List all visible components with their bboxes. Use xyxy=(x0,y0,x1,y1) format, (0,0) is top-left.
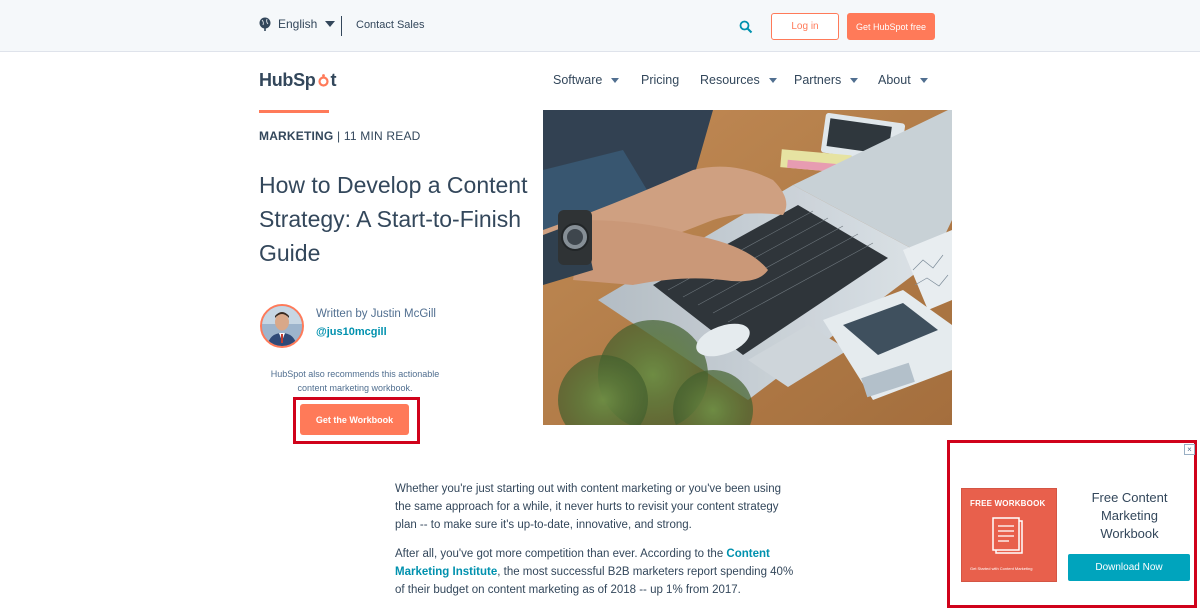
language-selector[interactable]: English xyxy=(259,17,336,31)
chevron-down-icon xyxy=(850,77,859,83)
hero-image xyxy=(543,110,952,425)
paragraph-text: After all, you've got more competition t… xyxy=(395,548,727,560)
document-icon xyxy=(992,517,1023,554)
nav-label: Resources xyxy=(700,73,760,87)
author-handle-link[interactable]: @jus10mcgill xyxy=(316,326,387,338)
body-paragraph: Whether you're just starting out with co… xyxy=(395,483,782,531)
accent-line xyxy=(259,110,329,113)
cover-subtitle: Get Started with Content Marketing xyxy=(970,566,1033,571)
read-time: 11 MIN READ xyxy=(343,129,421,143)
login-button[interactable]: Log in xyxy=(771,13,839,40)
divider xyxy=(341,16,342,36)
cover-label: FREE WORKBOOK xyxy=(970,499,1046,508)
nav-resources[interactable]: Resources xyxy=(700,73,777,87)
chevron-down-icon xyxy=(325,21,336,27)
laptop-photo xyxy=(543,110,952,425)
language-label: English xyxy=(278,17,318,31)
get-workbook-button[interactable]: Get the Workbook xyxy=(300,404,409,435)
close-icon[interactable]: × xyxy=(1184,444,1195,455)
hubspot-logo[interactable]: HubSp t xyxy=(259,70,336,91)
logo-text-start: HubSp xyxy=(259,70,316,90)
globe-icon xyxy=(259,17,271,31)
utility-bar: English Contact Sales Log in Get HubSpot… xyxy=(0,0,1200,52)
nav-software[interactable]: Software xyxy=(553,73,620,87)
nav-label: Software xyxy=(553,73,603,87)
get-hubspot-free-button[interactable]: Get HubSpot free xyxy=(847,13,935,40)
nav-pricing[interactable]: Pricing xyxy=(641,73,679,87)
kicker-separator: | xyxy=(333,129,344,143)
avatar[interactable] xyxy=(260,304,304,348)
nav-label: About xyxy=(878,73,911,87)
workbook-cover-image[interactable]: FREE WORKBOOK Get Started with Content M… xyxy=(961,488,1057,582)
workbook-recommendation: HubSpot also recommends this actionable … xyxy=(270,369,440,393)
author-photo-image xyxy=(262,306,302,346)
author-byline: Written by Justin McGill xyxy=(316,308,436,320)
chevron-down-icon xyxy=(768,77,777,83)
logo-text-end: t xyxy=(330,70,337,90)
contact-sales-link[interactable]: Contact Sales xyxy=(356,19,424,31)
article-kicker: MARKETING | 11 MIN READ xyxy=(259,129,421,143)
chevron-down-icon xyxy=(919,77,928,83)
body-paragraph: After all, you've got more competition t… xyxy=(395,545,800,599)
nav-about[interactable]: About xyxy=(878,73,928,87)
hubspot-sprocket-icon xyxy=(317,74,329,87)
nav-label: Pricing xyxy=(641,73,680,87)
category-link[interactable]: MARKETING xyxy=(259,129,333,143)
cta-heading: Free Content Marketing Workbook xyxy=(1091,490,1168,541)
search-icon[interactable] xyxy=(739,20,753,34)
download-now-button[interactable]: Download Now xyxy=(1068,554,1190,581)
nav-label: Partners xyxy=(794,73,842,87)
article-body: Whether you're just starting out with co… xyxy=(395,480,800,610)
chevron-down-icon xyxy=(611,77,620,83)
page-title: How to Develop a Content Strategy: A Sta… xyxy=(259,172,528,266)
nav-partners[interactable]: Partners xyxy=(794,73,859,87)
